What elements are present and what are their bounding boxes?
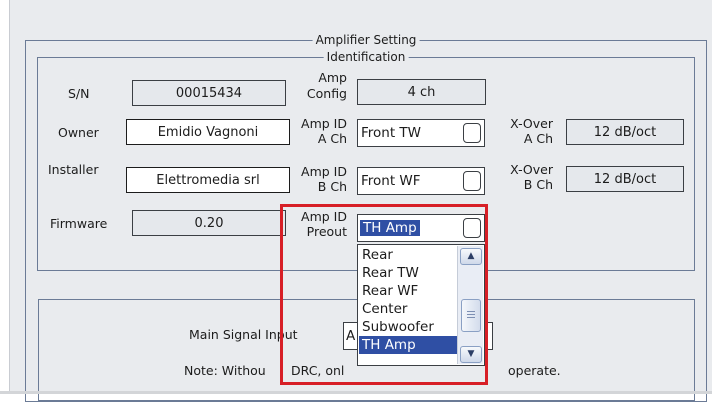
scroll-up-icon[interactable]: ▲ (460, 248, 482, 265)
amp-id-preout-label-line2: Preout (306, 224, 347, 239)
dropdown-option[interactable]: Rear TW (359, 264, 457, 282)
xover-b-label-line1: X-Over (510, 162, 553, 177)
owner-field[interactable]: Emidio Vagnoni (126, 119, 290, 145)
xover-a-label-line2: A Ch (523, 131, 553, 146)
amp-id-b-label-line2: B Ch (317, 179, 347, 194)
chevron-down-icon[interactable] (463, 218, 481, 238)
main-signal-input-value: A (346, 328, 356, 344)
amp-id-b-value: Front WF (361, 173, 421, 189)
sn-label: S/N (68, 86, 90, 101)
amp-config-label-line1: Amp (318, 70, 347, 85)
firmware-label: Firmware (50, 216, 108, 231)
amp-id-preout-label-line1: Amp ID (301, 209, 347, 224)
amp-id-a-value: Front TW (361, 125, 422, 141)
amp-id-preout-value: TH Amp (360, 220, 420, 236)
firmware-field: 0.20 (132, 210, 286, 236)
amp-id-b-combo[interactable]: Front WF (357, 167, 485, 195)
note-text-part2: DRC, onl (291, 363, 345, 378)
amp-id-a-label-line1: Amp ID (301, 116, 347, 131)
amplifier-window: Amplifier Setting Identification Ir S/N … (9, 0, 712, 402)
amp-id-preout-dropdown-list[interactable]: Rear Rear TW Rear WF Center Subwoofer TH… (357, 244, 485, 366)
amp-id-a-label-line2: A Ch (317, 131, 347, 146)
dropdown-option[interactable]: Center (359, 300, 457, 318)
identification-legend: Identification (323, 49, 409, 65)
chevron-down-icon[interactable] (463, 123, 481, 143)
amp-id-preout-combo[interactable]: TH Amp (357, 214, 485, 242)
amplifier-setting-legend: Amplifier Setting (312, 32, 420, 48)
scroll-down-icon[interactable]: ▼ (460, 346, 482, 363)
note-text-part1: Note: Withou (184, 363, 266, 378)
dropdown-option[interactable]: Rear WF (359, 282, 457, 300)
installer-label: Installer (48, 162, 99, 177)
dropdown-scrollbar[interactable]: ▲ ▼ (457, 246, 483, 364)
xover-a-field: 12 dB/oct (566, 119, 684, 145)
amp-config-label-line2: Config (306, 86, 347, 101)
sn-value-field: 00015434 (132, 80, 286, 106)
installer-field[interactable]: Elettromedia srl (126, 167, 290, 193)
dropdown-option[interactable]: Rear (359, 246, 457, 264)
chevron-down-icon[interactable] (463, 171, 481, 191)
dropdown-option-selected[interactable]: TH Amp (359, 336, 457, 354)
xover-a-label-line1: X-Over (510, 116, 553, 131)
main-signal-input-label: Main Signal Input (189, 327, 298, 342)
dropdown-option[interactable]: Subwoofer (359, 318, 457, 336)
scrollbar-thumb[interactable] (461, 299, 481, 332)
owner-label: Owner (58, 125, 99, 140)
amp-id-b-label-line1: Amp ID (301, 164, 347, 179)
xover-b-field: 12 dB/oct (566, 166, 684, 192)
note-text-part3: operate. (508, 363, 561, 378)
xover-b-label-line2: B Ch (523, 177, 553, 192)
amp-id-a-combo[interactable]: Front TW (357, 119, 485, 147)
amp-config-field: 4 ch (357, 79, 486, 105)
